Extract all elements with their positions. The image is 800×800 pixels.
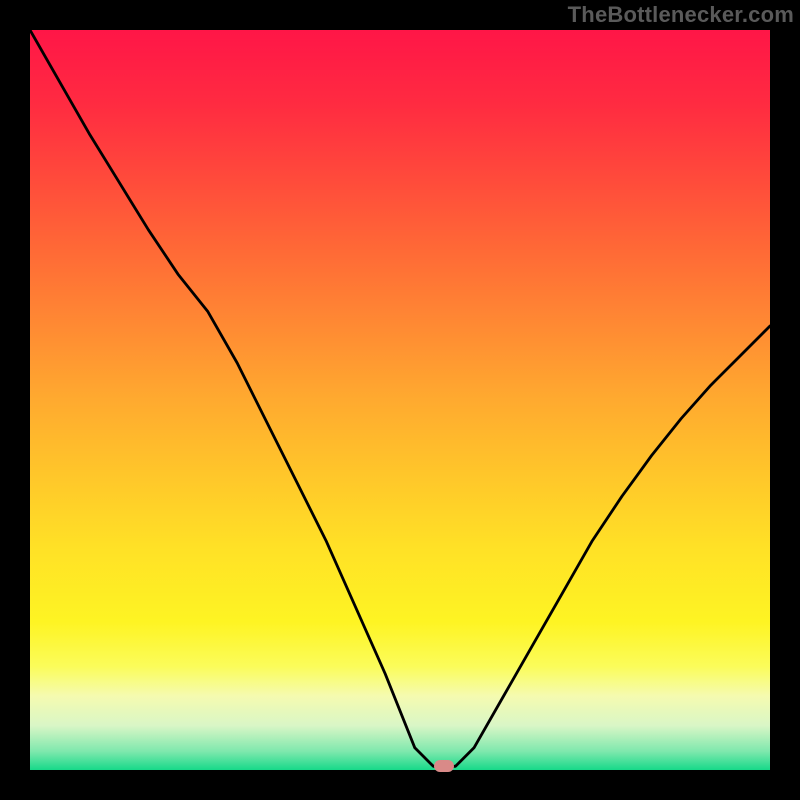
chart-frame: TheBottlenecker.com [0, 0, 800, 800]
plot-area [30, 30, 770, 770]
bottleneck-curve [30, 30, 770, 770]
optimal-marker [434, 760, 454, 772]
attribution-label: TheBottlenecker.com [568, 2, 794, 28]
